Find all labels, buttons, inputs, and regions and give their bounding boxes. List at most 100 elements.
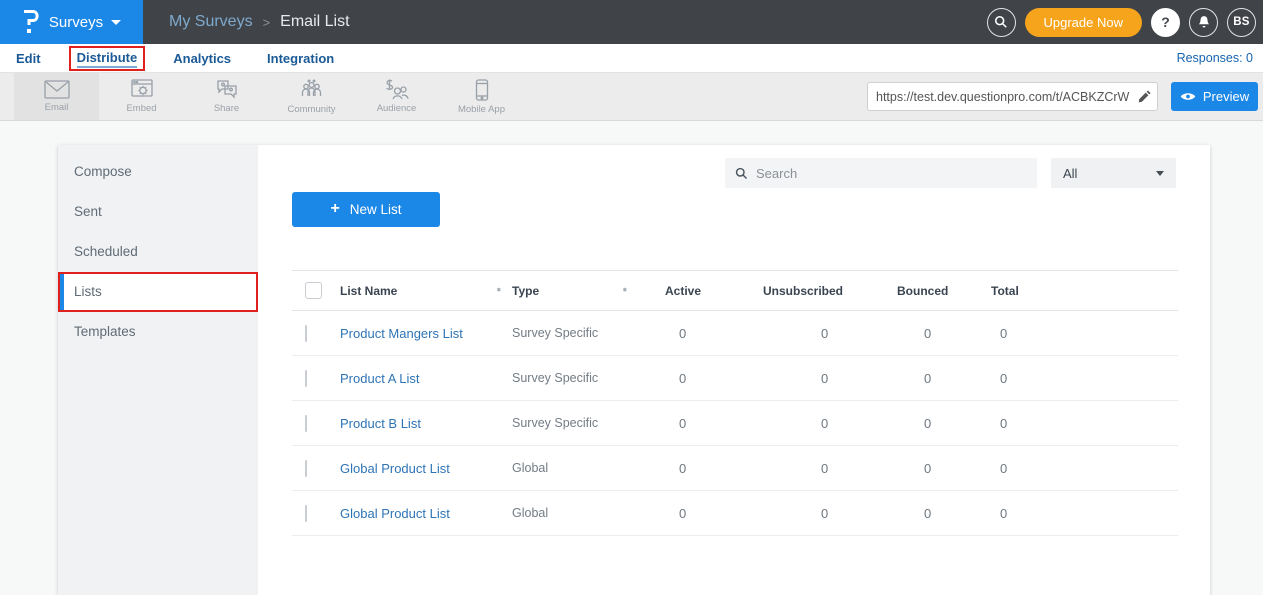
select-all-checkbox[interactable] [305, 282, 322, 299]
edit-pencil-icon[interactable] [1137, 90, 1151, 104]
column-header-active: Active [665, 284, 763, 298]
row-checkbox[interactable] [305, 505, 307, 522]
sidebar-item-lists[interactable]: Lists [58, 272, 258, 312]
preview-label: Preview [1203, 89, 1249, 104]
list-name-link[interactable]: Product Mangers List [340, 326, 512, 341]
row-checkbox[interactable] [305, 415, 307, 432]
toolbar-item-email[interactable]: Email [14, 73, 99, 120]
unsubscribed-count: 0 [763, 416, 897, 431]
help-button[interactable]: ? [1151, 8, 1180, 37]
sidebar-item-scheduled[interactable]: Scheduled [58, 232, 258, 272]
list-name-link[interactable]: Global Product List [340, 461, 512, 476]
breadcrumb-separator: > [263, 15, 271, 30]
toolbar-item-community[interactable]: Community [269, 73, 354, 120]
list-filters-row: All [258, 158, 1176, 188]
share-icon [215, 79, 239, 100]
list-type-filter-dropdown[interactable]: All [1051, 158, 1176, 188]
toolbar-item-mobile-app[interactable]: Mobile App [439, 73, 524, 120]
active-count: 0 [665, 461, 763, 476]
chevron-down-icon [1156, 171, 1164, 176]
eye-icon [1180, 91, 1196, 102]
toolbar-item-audience[interactable]: Audience [354, 73, 439, 120]
lists-table: List Name ▲▼ Type ▲▼ Active Unsubscribed… [292, 270, 1178, 536]
sort-icon[interactable]: ▲▼ [622, 290, 628, 291]
toolbar-item-label: Embed [126, 103, 156, 114]
list-name-link[interactable]: Product A List [340, 371, 512, 386]
embed-icon [130, 79, 154, 100]
sidebar-item-label: Compose [74, 164, 132, 179]
upgrade-now-button[interactable]: Upgrade Now [1025, 8, 1143, 37]
list-name-link[interactable]: Product B List [340, 416, 512, 431]
toolbar-right-group: Preview [867, 73, 1258, 120]
toolbar-item-label: Audience [377, 103, 417, 114]
unsubscribed-count: 0 [763, 506, 897, 521]
list-search-box [725, 158, 1037, 188]
search-button[interactable] [987, 8, 1016, 37]
email-sidebar: Compose Sent Scheduled Lists Templates [58, 145, 258, 595]
chevron-down-icon [111, 20, 121, 25]
topbar-actions: Upgrade Now ? BS [987, 8, 1257, 37]
filter-selected-value: All [1063, 166, 1077, 181]
responses-count[interactable]: Responses: 0 [1177, 51, 1253, 65]
annotation-box-distribute: Distribute [69, 46, 146, 71]
toolbar-item-label: Mobile App [458, 104, 505, 115]
breadcrumb-parent-link[interactable]: My Surveys [169, 13, 253, 31]
toolbar-item-label: Community [287, 104, 335, 115]
new-list-label: New List [350, 202, 402, 217]
sidebar-item-label: Templates [74, 324, 136, 339]
list-name-link[interactable]: Global Product List [340, 506, 512, 521]
sidebar-item-sent[interactable]: Sent [58, 192, 258, 232]
sidebar-item-compose[interactable]: Compose [58, 152, 258, 192]
row-checkbox[interactable] [305, 325, 307, 342]
search-icon [994, 15, 1008, 29]
product-switcher[interactable]: Surveys [0, 0, 143, 44]
list-type: Survey Specific [512, 371, 665, 385]
table-row: Global Product List Global 0 0 0 0 [292, 491, 1178, 536]
toolbar-item-share[interactable]: Share [184, 73, 269, 120]
email-icon [44, 80, 70, 99]
tab-distribute[interactable]: Distribute [77, 50, 138, 68]
total-count: 0 [991, 461, 1071, 476]
column-header-type: Type [512, 284, 539, 298]
tab-analytics[interactable]: Analytics [173, 51, 231, 66]
tab-edit[interactable]: Edit [16, 51, 41, 66]
column-header-bounced: Bounced [897, 284, 991, 298]
user-avatar[interactable]: BS [1227, 8, 1256, 37]
total-count: 0 [991, 371, 1071, 386]
email-lists-panel: Compose Sent Scheduled Lists Templates [58, 145, 1210, 595]
bell-icon [1197, 15, 1211, 30]
notifications-button[interactable] [1189, 8, 1218, 37]
table-row: Product Mangers List Survey Specific 0 0… [292, 311, 1178, 356]
search-input[interactable] [756, 166, 1027, 181]
column-header-unsubscribed: Unsubscribed [763, 284, 897, 298]
column-header-list-name: List Name [340, 284, 397, 298]
active-count: 0 [665, 416, 763, 431]
preview-button[interactable]: Preview [1171, 82, 1258, 111]
active-count: 0 [665, 326, 763, 341]
bounced-count: 0 [897, 416, 991, 431]
total-count: 0 [991, 506, 1071, 521]
questionpro-logo-icon [22, 9, 41, 35]
tab-integration[interactable]: Integration [267, 51, 334, 66]
new-list-button[interactable]: + New List [292, 192, 440, 227]
total-count: 0 [991, 326, 1071, 341]
table-header-row: List Name ▲▼ Type ▲▼ Active Unsubscribed… [292, 270, 1178, 311]
bounced-count: 0 [897, 506, 991, 521]
breadcrumb-current: Email List [280, 13, 349, 31]
product-label: Surveys [49, 14, 103, 31]
survey-url-input[interactable] [876, 90, 1133, 104]
sort-icon[interactable]: ▲▼ [496, 290, 502, 291]
total-count: 0 [991, 416, 1071, 431]
sidebar-item-label: Lists [74, 284, 102, 299]
toolbar-item-embed[interactable]: Embed [99, 73, 184, 120]
distribute-toolbar: Email Embed Share [0, 73, 1263, 121]
row-checkbox[interactable] [305, 370, 307, 387]
sidebar-item-label: Scheduled [74, 244, 138, 259]
list-type: Global [512, 506, 665, 520]
sidebar-item-templates[interactable]: Templates [58, 312, 258, 352]
bounced-count: 0 [897, 326, 991, 341]
bounced-count: 0 [897, 371, 991, 386]
row-checkbox[interactable] [305, 460, 307, 477]
plus-icon: + [330, 200, 339, 218]
search-icon [735, 167, 748, 180]
